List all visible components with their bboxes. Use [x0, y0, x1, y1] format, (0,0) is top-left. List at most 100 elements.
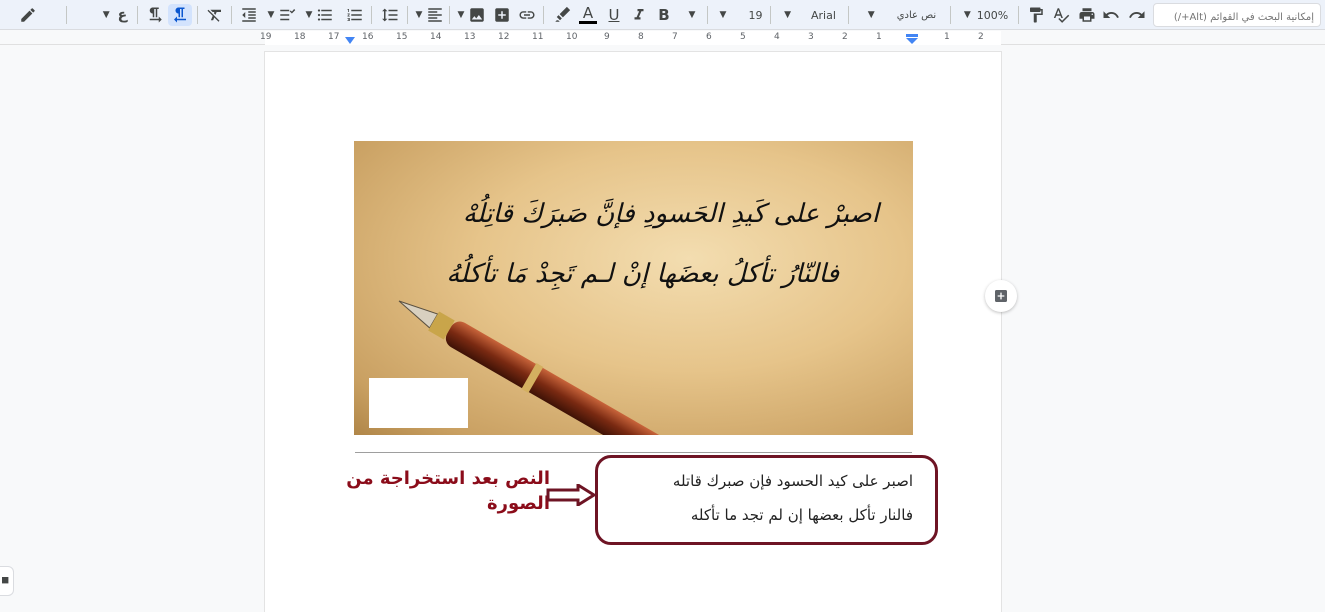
redo-icon [1129, 11, 1145, 18]
left-indent-marker[interactable] [345, 37, 355, 44]
spellcheck-icon [1053, 8, 1070, 23]
ruler-number: 11 [532, 32, 544, 42]
image-icon [470, 8, 485, 22]
ruler-number: 10 [566, 32, 578, 42]
show-outline-button[interactable] [0, 566, 14, 596]
highlight-color-button[interactable] [551, 4, 573, 26]
ruler-number: 16 [362, 32, 374, 42]
right-to-left-icon [174, 7, 186, 23]
chevron-down-icon: ▼ [102, 10, 110, 20]
bold-icon: B [658, 6, 670, 24]
paint-format-icon [1030, 7, 1043, 23]
redo-button[interactable] [1126, 4, 1148, 26]
align-select[interactable]: ▼ [414, 4, 446, 26]
ruler-number: 1 [944, 32, 950, 42]
italic-icon [634, 9, 644, 20]
font-select[interactable]: ▼ Arial [778, 4, 842, 26]
chevron-down-icon: ▼ [267, 10, 275, 20]
right-indent-marker[interactable] [906, 34, 918, 44]
extracted-text-box[interactable]: اصبر على كيد الحسود فإن صبرك قاتله فالنا… [595, 455, 938, 545]
ruler-band [265, 31, 1001, 45]
paint-format-button[interactable] [1025, 4, 1047, 26]
chevron-down-icon: ▼ [305, 10, 313, 20]
align-left-icon [428, 8, 443, 22]
arrow-right-icon [546, 484, 596, 506]
undo-icon [1103, 11, 1119, 18]
chevron-down-icon: ▼ [688, 10, 696, 20]
ruler-number: 18 [294, 32, 306, 42]
checklist-icon [280, 9, 296, 21]
menu-search-input[interactable] [1153, 3, 1321, 27]
rtl-button[interactable] [168, 4, 192, 26]
font-size-value: 19 [748, 8, 763, 22]
numbered-list-icon [347, 9, 362, 21]
ltr-button[interactable] [144, 4, 166, 26]
poem-image[interactable]: اصبرْ على كَيدِ الحَسودِ فإنَّ صَبرَكَ ق… [354, 141, 913, 435]
extracted-line-1: اصبر على كيد الحسود فإن صبرك قاتله [672, 472, 913, 490]
white-patch [369, 378, 468, 428]
ruler-number: 2 [978, 32, 984, 42]
horizontal-ruler[interactable]: 19 18 17 16 15 14 13 12 11 10 9 8 7 6 5 … [0, 31, 1325, 45]
editing-mode-button[interactable] [14, 4, 42, 26]
add-comment-icon [495, 8, 509, 22]
text-color-button[interactable]: A [577, 4, 599, 26]
numbered-list-button[interactable] [343, 4, 367, 26]
input-tools-button[interactable]: ▼ ع [98, 4, 132, 26]
bulleted-list-icon [318, 9, 333, 21]
ruler-number: 13 [464, 32, 476, 42]
ruler-number: 7 [672, 32, 678, 42]
insert-comment-button[interactable] [491, 4, 513, 26]
zoom-value: 100% [976, 8, 1009, 22]
underline-icon: U [608, 6, 620, 24]
pencil-icon [21, 8, 35, 22]
ruler-number: 6 [706, 32, 712, 42]
ruler-number: 3 [808, 32, 814, 42]
print-icon [1079, 8, 1095, 22]
ruler-number: 9 [604, 32, 610, 42]
checklist-button[interactable]: ▼ [264, 4, 300, 26]
chevron-down-icon: ▼ [457, 10, 465, 20]
chevron-down-icon: ▼ [415, 10, 423, 20]
menu-search[interactable] [1153, 3, 1321, 27]
ruler-number: 2 [842, 32, 848, 42]
formatting-toolbar: ▼ 100% ▼ نص عادي ▼ Arial ▼ 19 ▼ B U A [0, 0, 1325, 30]
ruler-number: 8 [638, 32, 644, 42]
clear-formatting-button[interactable] [204, 4, 226, 26]
extracted-line-2: فالنار تأكل بعضها إن لم تجد ما تأكله [690, 506, 913, 524]
bold-button[interactable]: B [653, 4, 675, 26]
line-spacing-button[interactable] [378, 4, 402, 26]
font-value: Arial [811, 8, 836, 22]
line-spacing-icon [382, 8, 398, 22]
chevron-down-icon: ▼ [867, 10, 875, 20]
more-text-options-button[interactable]: ▼ [683, 4, 701, 26]
undo-button[interactable] [1100, 4, 1122, 26]
style-value: نص عادي [896, 9, 937, 21]
ruler-number: 1 [876, 32, 882, 42]
chevron-down-icon: ▼ [719, 10, 727, 20]
ruler-number: 15 [396, 32, 408, 42]
text-color-icon: A [582, 4, 594, 22]
left-to-right-icon [149, 7, 162, 23]
ruler-number: 12 [498, 32, 510, 42]
print-button[interactable] [1076, 4, 1098, 26]
text-color-swatch [579, 21, 597, 24]
highlighter-icon [555, 6, 571, 22]
insert-image-button[interactable]: ▼ [456, 4, 488, 26]
add-comment-button[interactable] [985, 280, 1017, 312]
bulleted-list-button[interactable]: ▼ [302, 4, 338, 26]
ruler-number: 14 [430, 32, 442, 42]
italic-button[interactable] [628, 4, 650, 26]
style-select[interactable]: ▼ نص عادي [857, 4, 947, 26]
ruler-number: 4 [774, 32, 780, 42]
link-icon [519, 11, 535, 19]
caption-text: النص بعد استخراجة من الصورة [346, 468, 550, 514]
spellcheck-button[interactable] [1050, 4, 1072, 26]
font-size-select[interactable]: ▼ 19 [715, 4, 767, 26]
indent-icon [242, 8, 256, 22]
underline-button[interactable]: U [603, 4, 625, 26]
ruler-number: 17 [328, 32, 340, 42]
insert-link-button[interactable] [516, 4, 538, 26]
zoom-select[interactable]: ▼ 100% [958, 4, 1014, 26]
chevron-down-icon: ▼ [963, 10, 971, 20]
decrease-indent-button[interactable] [238, 4, 260, 26]
